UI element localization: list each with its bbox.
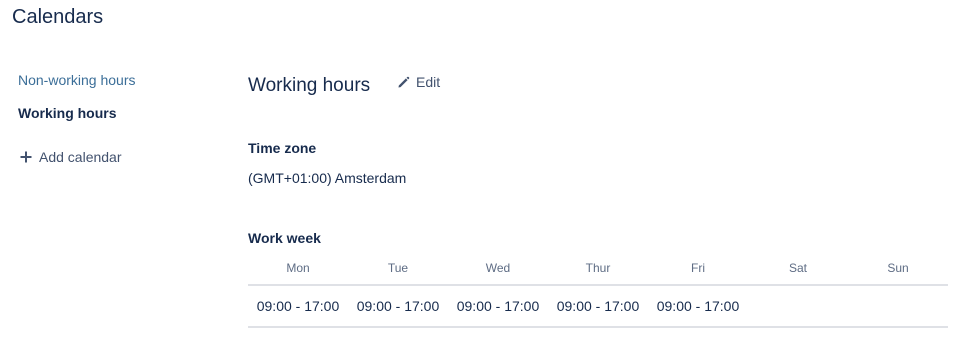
work-week-table: Mon Tue Wed Thur Fri Sat Sun 09:00 - 17:… [248,252,948,328]
time-zone-value: (GMT+01:00) Amsterdam [248,170,407,186]
hours-sat [748,285,848,328]
work-week-hours-row: 09:00 - 17:00 09:00 - 17:00 09:00 - 17:0… [248,285,948,328]
add-calendar-label: Add calendar [39,149,122,165]
hours-tue: 09:00 - 17:00 [348,285,448,328]
day-header-thur: Thur [548,252,648,286]
time-zone-label: Time zone [248,140,317,156]
edit-button[interactable]: Edit [397,72,440,92]
add-calendar-button[interactable]: Add calendar [20,147,122,167]
work-week-label: Work week [248,230,321,246]
hours-mon: 09:00 - 17:00 [248,285,348,328]
section-heading: Working hours [248,75,371,96]
calendars-page: Calendars Non-working hours Working hour… [0,0,960,360]
hours-sun [848,285,948,328]
work-week-header-row: Mon Tue Wed Thur Fri Sat Sun [248,252,948,286]
hours-fri: 09:00 - 17:00 [648,285,748,328]
day-header-sun: Sun [848,252,948,286]
day-header-sat: Sat [748,252,848,286]
sidebar-item-working-hours[interactable]: Working hours [18,103,117,123]
hours-thur: 09:00 - 17:00 [548,285,648,328]
sidebar-item-non-working-hours[interactable]: Non-working hours [18,70,136,90]
edit-label: Edit [416,74,441,90]
day-header-fri: Fri [648,252,748,286]
day-header-mon: Mon [248,252,348,286]
hours-wed: 09:00 - 17:00 [448,285,548,328]
day-header-wed: Wed [448,252,548,286]
plus-icon [20,151,32,163]
page-title: Calendars [12,6,104,28]
day-header-tue: Tue [348,252,448,286]
pencil-icon [398,76,410,88]
